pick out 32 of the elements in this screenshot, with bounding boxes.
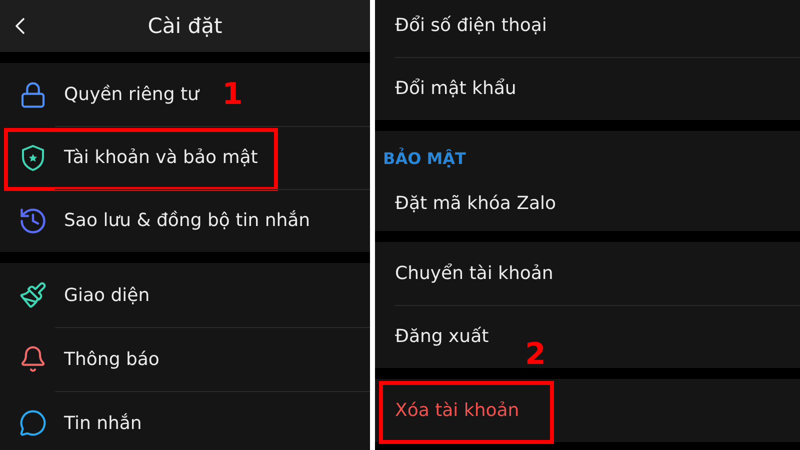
item-label: Tin nhắn — [64, 412, 142, 434]
item-label: Đổi mật khẩu — [395, 78, 516, 99]
section-title: BẢO MẬT — [383, 146, 467, 170]
screen-title: Cài đặt — [148, 14, 222, 38]
paintbrush-icon — [19, 281, 47, 309]
step-number: 1 — [222, 77, 243, 112]
item-label: Đổi số điện thoại — [395, 15, 547, 36]
item-label: Quyền riêng tư — [64, 84, 199, 105]
item-label: Chuyển tài khoản — [395, 263, 554, 284]
item-label: Tài khoản và bảo mật — [64, 147, 258, 168]
settings-item[interactable]: Giao diện — [0, 263, 370, 327]
settings-item[interactable]: Tin nhắn — [0, 391, 370, 450]
shield-icon — [20, 144, 46, 172]
settings-item[interactable]: Sao lưu & đồng bộ tin nhắn — [0, 189, 370, 252]
settings-item[interactable]: Đổi mật khẩu — [375, 57, 800, 120]
settings-item[interactable]: Xóa tài khoản — [375, 379, 800, 442]
settings-item[interactable]: Quyền riêng tư 1 — [0, 63, 370, 126]
item-label: Xóa tài khoản — [395, 400, 520, 421]
item-label: Giao diện — [64, 284, 150, 306]
bell-icon — [19, 345, 47, 373]
item-label: Đặt mã khóa Zalo — [395, 192, 556, 214]
item-label: Sao lưu & đồng bộ tin nhắn — [64, 210, 310, 231]
message-icon — [19, 409, 47, 437]
history-icon — [18, 206, 48, 236]
item-label: Đăng xuất — [395, 326, 489, 347]
settings-item[interactable]: Chuyển tài khoản — [375, 242, 800, 305]
item-label: Thông báo — [64, 348, 160, 370]
settings-item[interactable]: Thông báo — [0, 327, 370, 391]
settings-item[interactable]: Đổi số điện thoại — [375, 0, 800, 57]
lock-icon — [19, 80, 47, 108]
settings-item[interactable]: Đặt mã khóa Zalo — [375, 175, 800, 231]
settings-item[interactable]: Tài khoản và bảo mật — [0, 126, 370, 189]
